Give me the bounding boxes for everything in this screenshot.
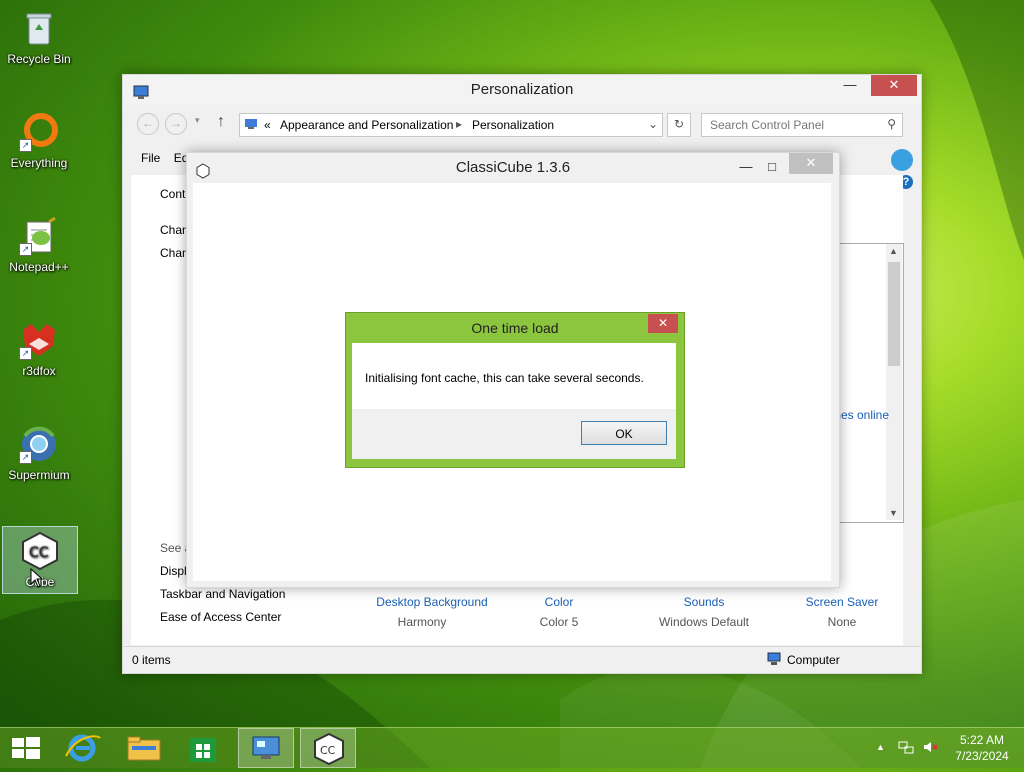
file-explorer-icon [127, 736, 161, 761]
desktop-icon-everything[interactable]: ↗ Everything [2, 108, 76, 176]
toolbar-globe-icon[interactable] [891, 149, 913, 171]
network-icon[interactable] [898, 739, 914, 755]
desktop-icon-supermium[interactable]: ↗ Supermium [2, 420, 76, 488]
search-icon[interactable]: ⚲ [887, 117, 896, 131]
tile-color[interactable]: Color [509, 595, 609, 609]
classicube-minimize-button[interactable]: — [733, 157, 759, 178]
status-location: Computer [787, 653, 840, 667]
classicube-icon: CC [20, 531, 60, 571]
internet-explorer-icon [65, 734, 101, 762]
desktop-icon-label: Everything [10, 156, 68, 170]
tile-sounds[interactable]: Sounds [649, 595, 759, 609]
tile-screen-saver[interactable]: Screen Saver [787, 595, 897, 609]
show-hidden-icons-button[interactable]: ▲ [876, 742, 885, 752]
one-time-load-dialog: One time load ✕ Initialising font cache,… [345, 312, 685, 468]
control-panel-icon [252, 736, 280, 759]
taskbar-file-explorer[interactable] [116, 728, 172, 768]
window-titlebar: Personalization — □ ✕ [123, 75, 921, 105]
themes-scrollbar[interactable]: ▲ ▼ [886, 244, 902, 520]
desktop-icon-label: Recycle Bin [7, 52, 71, 66]
address-dropdown-icon[interactable]: ⌄ [648, 117, 658, 131]
desktop-icon-label: Notepad++ [9, 260, 69, 274]
refresh-button[interactable]: ↻ [667, 113, 691, 137]
mouse-cursor-icon [30, 568, 44, 588]
desktop-icon-r3dfox[interactable]: ↗ r3dfox [2, 316, 76, 384]
taskbar: CC ▲ 5:22 AM 7/23/2024 [0, 727, 1024, 768]
svg-text:CC: CC [320, 744, 336, 757]
svg-text:CC: CC [29, 545, 49, 561]
up-button[interactable]: ↑ [217, 113, 225, 131]
breadcrumb-appearance[interactable]: Appearance and Personalization [280, 118, 453, 132]
minimize-button[interactable]: — [837, 75, 863, 96]
desktop-icon-notepad-plus-plus[interactable]: ↗ Notepad++ [2, 212, 76, 280]
taskbar-classicube[interactable]: CC [300, 728, 356, 768]
clock[interactable]: 5:22 AM 7/23/2024 [948, 732, 1016, 764]
scroll-up-icon[interactable]: ▲ [889, 246, 898, 256]
dialog-title: One time load [471, 320, 559, 336]
forward-button[interactable]: → [165, 113, 187, 135]
tile-desktop-background[interactable]: Desktop Background [367, 595, 497, 609]
everything-icon: ↗ [19, 112, 59, 152]
control-panel-icon [133, 81, 149, 99]
taskbar-control-panel[interactable] [238, 728, 294, 768]
dialog-body: Initialising font cache, this can take s… [352, 343, 676, 459]
control-panel-small-icon [244, 117, 258, 131]
store-icon [190, 738, 216, 762]
clock-time: 5:22 AM [959, 733, 1005, 747]
computer-icon [767, 652, 781, 666]
classicube-icon: CC [314, 732, 344, 766]
see-also-ease-of-access[interactable]: Ease of Access Center [160, 610, 281, 624]
classicube-app-icon [195, 160, 211, 179]
shortcut-arrow-icon: ↗ [19, 139, 32, 152]
status-bar: 0 items Computer [123, 646, 921, 673]
desktop-icon-recycle-bin[interactable]: Recycle Bin [2, 4, 76, 72]
dialog-close-button[interactable]: ✕ [648, 314, 678, 333]
search-placeholder: Search Control Panel [710, 118, 825, 132]
start-button[interactable] [0, 728, 56, 768]
volume-muted-icon[interactable] [922, 739, 938, 755]
breadcrumb-overflow[interactable]: « [264, 118, 271, 132]
dialog-message: Initialising font cache, this can take s… [365, 371, 644, 385]
taskbar-store[interactable] [176, 728, 232, 768]
recent-locations-icon[interactable]: ▾ [195, 115, 200, 126]
notepad-plus-plus-icon: ↗ [19, 216, 59, 256]
tile-color-value: Color 5 [539, 615, 579, 629]
classicube-maximize-button[interactable]: □ [759, 157, 785, 178]
scroll-thumb[interactable] [888, 262, 900, 366]
status-item-count: 0 items [132, 653, 171, 667]
ok-button[interactable]: OK [581, 421, 667, 445]
classicube-titlebar: ClassiCube 1.3.6 — □ ✕ [187, 153, 839, 183]
search-field[interactable]: Search Control Panel ⚲ [701, 113, 903, 137]
shortcut-arrow-icon: ↗ [19, 243, 32, 256]
tile-sounds-value: Windows Default [658, 615, 750, 629]
desktop-icon-label: r3dfox [22, 364, 56, 378]
scroll-down-icon[interactable]: ▼ [889, 508, 898, 518]
close-button[interactable]: ✕ [871, 75, 917, 96]
window-title: Personalization [470, 81, 574, 98]
shortcut-arrow-icon: ↗ [19, 347, 32, 360]
breadcrumb-separator-icon: ▸ [456, 117, 463, 131]
shortcut-arrow-icon: ↗ [19, 451, 32, 464]
classicube-close-button[interactable]: ✕ [789, 153, 833, 174]
navigation-bar: ← → ▾ ↑ « Appearance and Personalization… [137, 113, 917, 137]
see-also-taskbar[interactable]: Taskbar and Navigation [160, 587, 285, 601]
breadcrumb-personalization[interactable]: Personalization [472, 118, 554, 132]
menu-file[interactable]: File [141, 151, 160, 165]
windows-logo-icon [12, 737, 40, 759]
dialog-message-area: Initialising font cache, this can take s… [352, 343, 676, 409]
tile-screen-saver-value: None [827, 615, 857, 629]
address-bar[interactable]: « Appearance and Personalization ▸ Perso… [239, 113, 663, 137]
recycle-bin-icon [19, 8, 59, 48]
classicube-title: ClassiCube 1.3.6 [455, 159, 571, 176]
back-button[interactable]: ← [137, 113, 159, 135]
supermium-icon: ↗ [19, 424, 59, 464]
r3dfox-icon: ↗ [19, 320, 59, 360]
desktop-icon-label: Supermium [8, 468, 70, 482]
clock-date: 7/23/2024 [955, 749, 1009, 763]
taskbar-internet-explorer[interactable] [56, 728, 112, 768]
tile-desktop-background-value: Harmony [397, 615, 447, 629]
